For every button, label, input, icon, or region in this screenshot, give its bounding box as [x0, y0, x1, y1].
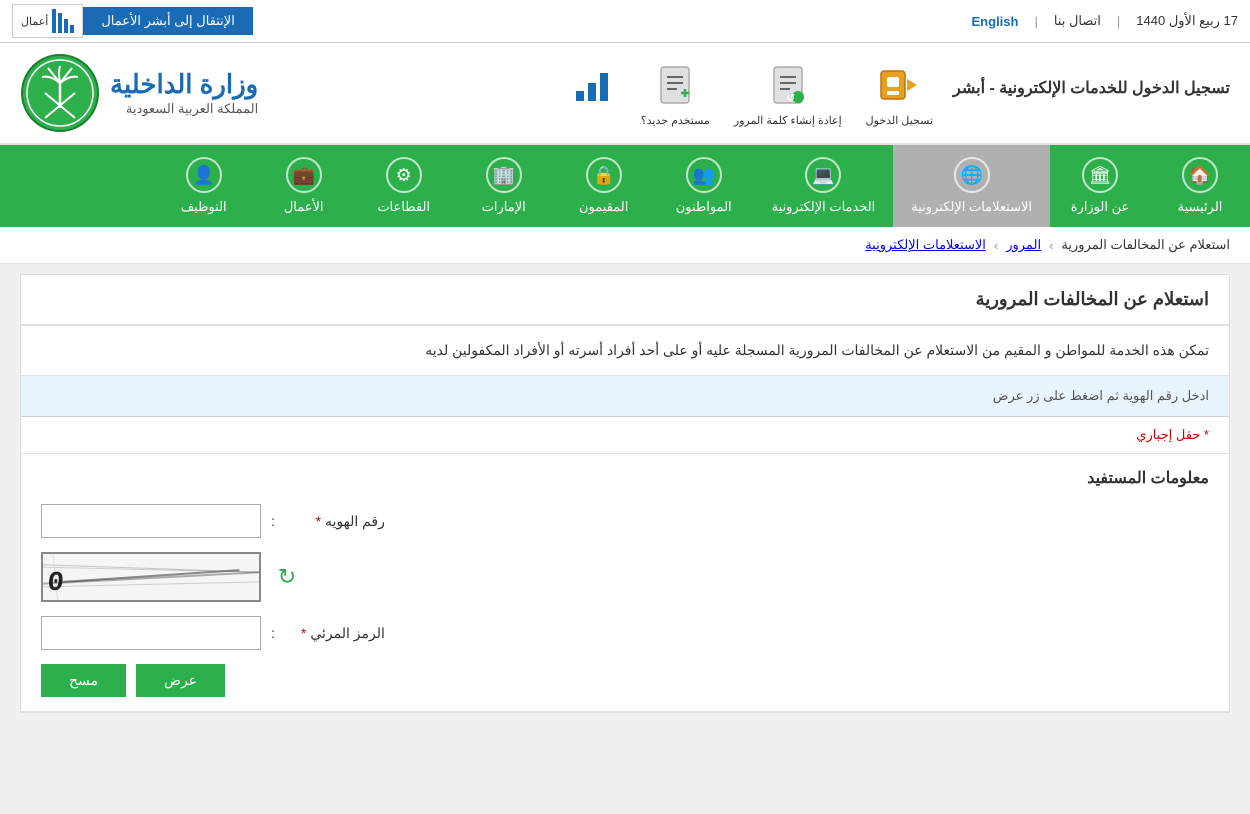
bar4	[52, 9, 56, 33]
nav-emirates[interactable]: 🏢 الإمارات	[454, 145, 554, 227]
nav-residents-label: المقيمون	[579, 199, 628, 215]
new-user-label: مستخدم جديد؟	[641, 114, 710, 127]
ministry-name: وزارة الداخلية المملكة العربية السعودية	[110, 69, 258, 116]
business-logo: أعمال	[12, 4, 83, 38]
ministry-name-arabic: وزارة الداخلية	[110, 69, 258, 100]
nav-business-label: الأعمال	[284, 199, 324, 215]
id-field-row: رقم الهويه * :	[41, 504, 1209, 538]
main-content: استعلام عن المخالفات المرورية تمكن هذه ا…	[20, 274, 1230, 713]
captcha-row: ↻ 4050	[41, 552, 1209, 602]
chart-icon-item	[567, 60, 617, 127]
citizens-icon: 👥	[686, 157, 722, 193]
nav-eservices-label: الخدمات الإلكترونية	[772, 199, 876, 215]
business-icon: 💼	[286, 157, 322, 193]
breadcrumb: استعلام عن المخالفات المرورية › المرور ›…	[0, 227, 1250, 264]
header-icons: تسجيل الدخول ↺ إعادة إنشاء كلمة المرور	[567, 60, 933, 127]
bar3	[58, 13, 62, 33]
captcha-image: 4050	[41, 552, 261, 602]
new-user-icon	[650, 60, 700, 110]
nav-employment-label: التوظيف	[181, 199, 227, 215]
nav-employment[interactable]: 👤 التوظيف	[154, 145, 254, 227]
section-title: معلومات المستفيد	[41, 468, 1209, 488]
nav-home[interactable]: 🏠 الرئيسية	[1150, 145, 1250, 227]
page-description: تمكن هذه الخدمة للمواطن و المقيم من الاس…	[21, 326, 1229, 376]
form-buttons: عرض مسح	[41, 664, 1209, 697]
nav-sectors-label: القطاعات	[377, 199, 430, 215]
sectors-icon: ⚙	[386, 157, 422, 193]
nav-emirates-label: الإمارات	[482, 199, 526, 215]
nav-about[interactable]: 🏛 عن الوزارة	[1050, 145, 1150, 227]
refresh-captcha-button[interactable]: ↻	[271, 561, 303, 593]
nav-inquiries-label: الاستعلامات الإلكترونية	[911, 199, 1032, 215]
separator2: |	[1117, 14, 1120, 29]
id-input[interactable]	[41, 504, 261, 538]
form-section: معلومات المستفيد رقم الهويه * : ↻	[21, 454, 1229, 712]
page-hint: ادخل رقم الهوية ثم اضغط على زر عرض	[21, 376, 1229, 417]
nav-eservices[interactable]: 💻 الخدمات الإلكترونية	[754, 145, 894, 227]
captcha-input[interactable]	[41, 616, 261, 650]
nav-citizens[interactable]: 👥 المواطنون	[654, 145, 754, 227]
required-note: * حقل إجباري	[21, 417, 1229, 454]
new-user-icon-item[interactable]: مستخدم جديد؟	[641, 60, 710, 127]
breadcrumb-sep2: ›	[994, 238, 998, 253]
eservices-icon: 💻	[805, 157, 841, 193]
reset-password-icon-item[interactable]: ↺ إعادة إنشاء كلمة المرور	[734, 60, 842, 127]
chart-icon	[567, 60, 617, 110]
contact-label: اتصال بنا	[1054, 13, 1101, 29]
id-required-star: *	[316, 513, 321, 529]
ministry-name-sub: المملكة العربية السعودية	[110, 101, 258, 117]
page-title: استعلام عن المخالفات المرورية	[21, 275, 1229, 326]
id-label: رقم الهويه *	[285, 513, 385, 530]
nav-about-label: عن الوزارة	[1071, 199, 1130, 215]
breadcrumb-item1[interactable]: الاستعلامات الإلكترونية	[865, 237, 986, 253]
nav-residents[interactable]: 🔒 المقيمون	[554, 145, 654, 227]
top-bar-left: English | اتصال بنا | 17 ربيع الأول 1440	[972, 13, 1238, 29]
top-bar: English | اتصال بنا | 17 ربيع الأول 1440…	[0, 0, 1250, 43]
top-bar-center: الإنتقال إلى أبشر الأعمال أعمال	[12, 4, 253, 38]
ministry-seal	[20, 53, 100, 133]
bar-chart-icon	[52, 9, 74, 33]
login-label: تسجيل الدخول	[866, 114, 933, 127]
breadcrumb-current: استعلام عن المخالفات المرورية	[1061, 237, 1230, 253]
separator: |	[1034, 14, 1037, 29]
nav-citizens-label: المواطنون	[676, 199, 732, 215]
reset-password-icon: ↺	[763, 60, 813, 110]
login-icon-item[interactable]: تسجيل الدخول	[866, 60, 933, 127]
header-title: تسجيل الدخول للخدمات الإلكترونية - أبشر	[953, 78, 1230, 98]
home-icon: 🏠	[1182, 157, 1218, 193]
emirates-icon: 🏢	[486, 157, 522, 193]
date-label: 17 ربيع الأول 1440	[1136, 13, 1238, 29]
nav-inquiries[interactable]: 🌐 الاستعلامات الإلكترونية	[893, 145, 1050, 227]
about-icon: 🏛	[1082, 157, 1118, 193]
residents-icon: 🔒	[586, 157, 622, 193]
bar1	[70, 25, 74, 33]
nav-home-label: الرئيسية	[1178, 199, 1223, 215]
svg-text:↺: ↺	[786, 93, 794, 104]
header-login-section: تسجيل الدخول للخدمات الإلكترونية - أبشر …	[567, 60, 1230, 127]
nav-sectors[interactable]: ⚙ القطاعات	[354, 145, 454, 227]
employment-icon: 👤	[186, 157, 222, 193]
ministry-logo: وزارة الداخلية المملكة العربية السعودية	[20, 53, 258, 133]
english-link[interactable]: English	[972, 14, 1019, 29]
captcha-svg: 4050	[43, 552, 259, 602]
login-icon	[874, 60, 924, 110]
abshir-button[interactable]: الإنتقال إلى أبشر الأعمال	[83, 7, 253, 35]
captcha-required-star: *	[301, 625, 306, 641]
breadcrumb-sep1: ›	[1049, 238, 1053, 253]
svg-text:4050: 4050	[43, 568, 71, 599]
breadcrumb-item2[interactable]: المرور	[1006, 237, 1041, 253]
nav-business[interactable]: 💼 الأعمال	[254, 145, 354, 227]
captcha-colon: :	[271, 625, 275, 641]
view-button[interactable]: عرض	[136, 664, 225, 697]
id-colon: :	[271, 513, 275, 529]
clear-button[interactable]: مسح	[41, 664, 126, 697]
captcha-label: الرمز المرئي *	[285, 625, 385, 642]
main-nav: 🏠 الرئيسية 🏛 عن الوزارة 🌐 الاستعلامات ال…	[0, 145, 1250, 227]
inquiries-icon: 🌐	[954, 157, 990, 193]
header: تسجيل الدخول للخدمات الإلكترونية - أبشر …	[0, 43, 1250, 145]
business-text: أعمال	[21, 15, 48, 28]
captcha-field-row: الرمز المرئي * :	[41, 616, 1209, 650]
bar2	[64, 19, 68, 33]
reset-password-label: إعادة إنشاء كلمة المرور	[734, 114, 842, 127]
